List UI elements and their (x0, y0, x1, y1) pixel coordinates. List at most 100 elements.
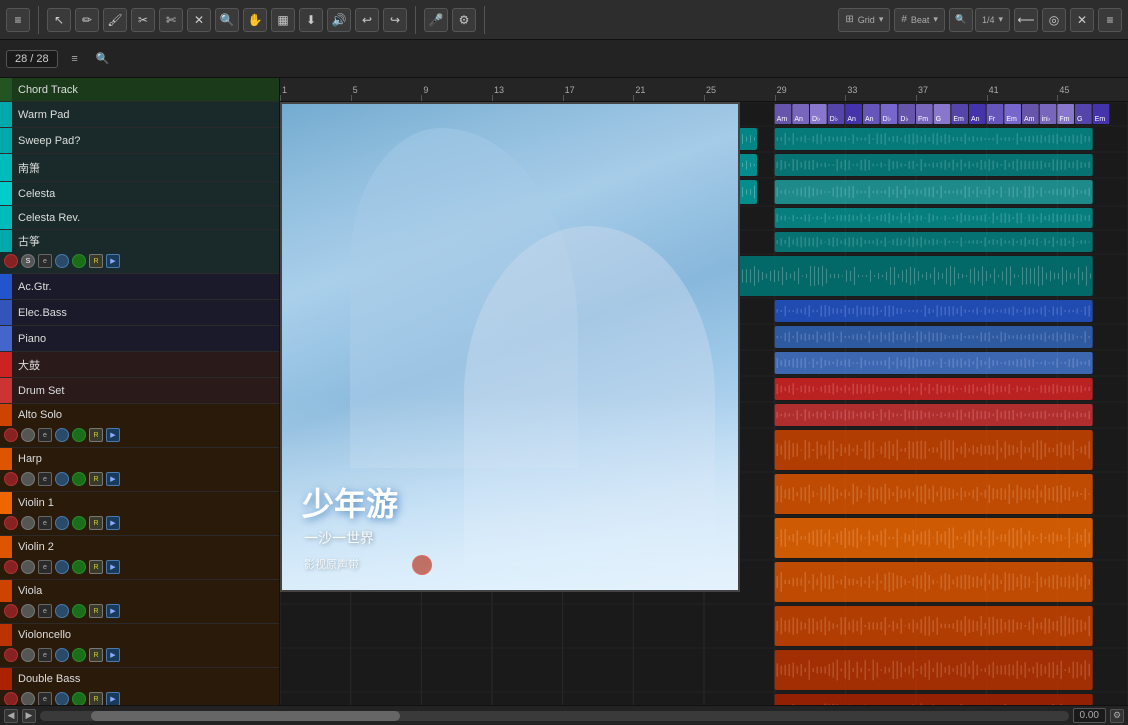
edit-btn[interactable]: e (38, 648, 52, 662)
wave-btn[interactable] (55, 692, 69, 705)
r-btn[interactable]: R (89, 692, 103, 705)
wave-btn[interactable] (55, 472, 69, 486)
arrow-btn[interactable]: ▶ (106, 604, 120, 618)
track-name-drum-set: Drum Set (12, 378, 182, 403)
slide-tool[interactable]: ⬇ (299, 8, 323, 32)
edit-btn[interactable]: e (38, 560, 52, 574)
track-name-double-bass: Double Bass (12, 668, 182, 690)
erase-tool[interactable]: ✂ (131, 8, 155, 32)
settings-bottom-btn[interactable]: ⚙ (1110, 709, 1124, 723)
arrow-btn[interactable]: ▶ (106, 516, 120, 530)
arrow-btn[interactable]: ▶ (106, 560, 120, 574)
wave-btn[interactable] (55, 560, 69, 574)
r-btn[interactable]: R (89, 254, 103, 268)
edit-btn[interactable]: e (38, 692, 52, 705)
draw-tool[interactable]: ✏ (75, 8, 99, 32)
arrow-btn[interactable]: ▶ (106, 472, 120, 486)
edit-btn[interactable]: e (38, 604, 52, 618)
r-btn[interactable]: R (89, 472, 103, 486)
solo-btn[interactable] (21, 472, 35, 486)
green-btn[interactable] (72, 604, 86, 618)
search-icon[interactable]: 🔍 (92, 48, 114, 70)
track-name-viola: Viola (12, 580, 182, 602)
track-name-harp: Harp (12, 448, 182, 470)
r-btn[interactable]: R (89, 428, 103, 442)
bottom-btn-2[interactable]: ▶ (22, 709, 36, 723)
solo-btn[interactable] (21, 560, 35, 574)
r-btn[interactable]: R (89, 560, 103, 574)
solo-btn[interactable] (21, 516, 35, 530)
r-btn[interactable]: R (89, 648, 103, 662)
toggle-btn-3[interactable]: ✕ (1070, 8, 1094, 32)
arrow-btn[interactable]: ▶ (106, 254, 120, 268)
mute-btn[interactable] (4, 516, 18, 530)
solo-btn[interactable] (21, 604, 35, 618)
wave-btn[interactable] (55, 428, 69, 442)
wave-btn[interactable] (55, 254, 69, 268)
green-btn[interactable] (72, 648, 86, 662)
arrow-btn[interactable]: ▶ (106, 648, 120, 662)
bottom-btn-1[interactable]: ◀ (4, 709, 18, 723)
edit-btn[interactable]: e (38, 254, 52, 268)
mute-btn[interactable] (4, 560, 18, 574)
paint-tool[interactable]: 🖌 (103, 8, 127, 32)
mute-btn[interactable] (4, 254, 18, 268)
piano-roll[interactable]: 159131721252933374145 AmAnD♭D♭AnAnD♭D♭Fm… (280, 78, 1128, 705)
mute-btn[interactable] (4, 428, 18, 442)
mute-btn[interactable] (4, 472, 18, 486)
r-btn[interactable]: R (89, 516, 103, 530)
green-btn[interactable] (72, 472, 86, 486)
grid-dropdown[interactable]: ⊞ Grid ▾ (838, 8, 890, 32)
undo-btn[interactable]: ↩ (355, 8, 379, 32)
track-name-warm-pad: Warm Pad (12, 102, 182, 127)
edit-btn[interactable]: e (38, 472, 52, 486)
track-name-violin2: Violin 2 (12, 536, 182, 558)
mute-btn[interactable] (4, 604, 18, 618)
wave-btn[interactable] (55, 604, 69, 618)
solo-btn[interactable] (21, 428, 35, 442)
settings-btn[interactable]: ⚙ (452, 8, 476, 32)
arrow-btn[interactable]: ▶ (106, 428, 120, 442)
scroll-thumb[interactable] (91, 711, 400, 721)
slip-tool[interactable]: ▦ (271, 8, 295, 32)
green-btn[interactable] (72, 254, 86, 268)
mute-btn[interactable] (4, 692, 18, 705)
zoom-tool[interactable]: 🔍 (215, 8, 239, 32)
track-color-indicator (0, 668, 12, 690)
wave-btn[interactable] (55, 648, 69, 662)
green-btn[interactable] (72, 692, 86, 705)
track-row-warm-pad: Warm Pad (0, 102, 279, 128)
edit-btn[interactable]: e (38, 516, 52, 530)
bottom-bar: ◀ ▶ 0.00 ⚙ (0, 705, 1128, 725)
record-audio-btn[interactable]: 🎤 (424, 8, 448, 32)
green-btn[interactable] (72, 428, 86, 442)
green-btn[interactable] (72, 516, 86, 530)
cut-tool[interactable]: ✄ (159, 8, 183, 32)
zoom-in-btn[interactable]: 🔍 (949, 8, 973, 32)
volume-tool[interactable]: 🔊 (327, 8, 351, 32)
menu-extra-btn[interactable]: ≡ (1098, 8, 1122, 32)
r-btn[interactable]: R (89, 604, 103, 618)
pan-tool[interactable]: ✋ (243, 8, 267, 32)
mute-tool[interactable]: ✕ (187, 8, 211, 32)
wave-btn[interactable] (55, 516, 69, 530)
track-row-guzheng: 古筝 S e R ▶ (0, 230, 279, 274)
solo-btn[interactable] (21, 648, 35, 662)
list-icon[interactable]: ≡ (64, 48, 86, 70)
horizontal-scrollbar[interactable] (40, 711, 1069, 721)
select-tool[interactable]: ↖ (47, 8, 71, 32)
quantize-dropdown[interactable]: 1/4 ▾ (975, 8, 1010, 32)
track-row-acgtr: Ac.Gtr. (0, 274, 279, 300)
toggle-btn-2[interactable]: ◎ (1042, 8, 1066, 32)
redo-btn[interactable]: ↪ (383, 8, 407, 32)
toggle-btn-1[interactable]: ⟵ (1014, 8, 1038, 32)
beat-dropdown[interactable]: # Beat ▾ (894, 8, 945, 32)
menu-button[interactable]: ≡ (6, 8, 30, 32)
solo-btn[interactable]: S (21, 254, 35, 268)
solo-btn[interactable] (21, 692, 35, 705)
mute-btn[interactable] (4, 648, 18, 662)
edit-btn[interactable]: e (38, 428, 52, 442)
green-btn[interactable] (72, 560, 86, 574)
arrow-btn[interactable]: ▶ (106, 692, 120, 705)
track-name-celesta-rev: Celesta Rev. (12, 206, 182, 229)
